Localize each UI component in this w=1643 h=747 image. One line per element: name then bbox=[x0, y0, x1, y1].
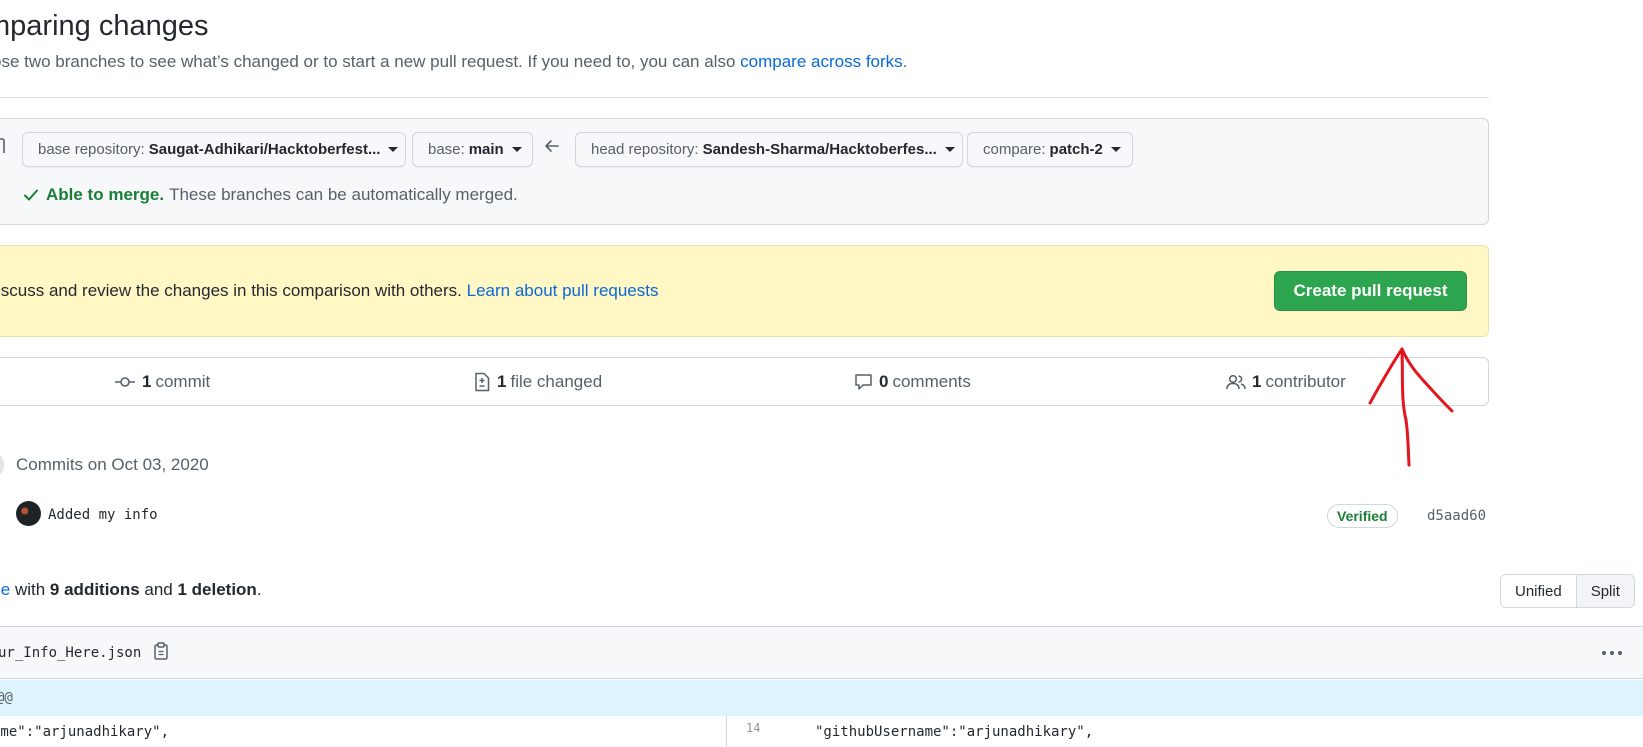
page-title: mparing changes bbox=[0, 10, 209, 42]
merge-status: Able to merge. These branches can be aut… bbox=[22, 185, 518, 205]
timeline-dot bbox=[0, 453, 4, 477]
summary-with: with bbox=[10, 580, 50, 599]
diff-view-toggle: Unified Split bbox=[1500, 574, 1635, 608]
people-icon bbox=[1226, 374, 1246, 390]
base-branch-label: base: bbox=[428, 141, 465, 158]
contributors-tab[interactable]: 1 contributor bbox=[1226, 372, 1346, 392]
base-repository-select[interactable]: base repository: Saugat-Adhikari/Hacktob… bbox=[22, 132, 406, 167]
unified-view-button[interactable]: Unified bbox=[1501, 575, 1576, 607]
diff-summary: le with 9 additions and 1 deletion. bbox=[0, 580, 262, 600]
base-repository-value: Saugat-Adhikari/Hacktoberfest... bbox=[148, 141, 381, 158]
compare-across-forks-link[interactable]: compare across forks bbox=[740, 52, 903, 71]
comment-icon bbox=[855, 374, 872, 390]
comments-tab[interactable]: 0 comments bbox=[854, 372, 971, 392]
comments-label: comments bbox=[892, 372, 971, 391]
head-repository-select[interactable]: head repository: Sandesh-Sharma/Hacktobe… bbox=[575, 132, 963, 167]
diff-hunk-header bbox=[0, 680, 1643, 716]
files-changed-label: file changed bbox=[510, 372, 603, 391]
split-view-button[interactable]: Split bbox=[1575, 575, 1634, 607]
annotation-arrow-icon bbox=[1368, 347, 1454, 467]
right-line-number[interactable]: 14 bbox=[746, 721, 760, 735]
right-code-line: "githubUsername":"arjunadhikary", bbox=[815, 724, 1094, 740]
commits-date-heading: Commits on Oct 03, 2020 bbox=[16, 455, 209, 474]
commits-count: 1 bbox=[142, 372, 152, 391]
commits-label: commit bbox=[155, 372, 211, 391]
compare-branch-label: compare: bbox=[983, 141, 1046, 158]
copy-icon[interactable] bbox=[153, 642, 169, 660]
page-subtitle: ose two branches to see what’s changed o… bbox=[0, 52, 907, 72]
learn-about-pull-requests-link[interactable]: Learn about pull requests bbox=[467, 281, 659, 300]
commit-message-link[interactable]: Added my info bbox=[48, 507, 158, 523]
base-repository-label: base repository: bbox=[38, 141, 145, 158]
contributors-label: contributor bbox=[1265, 372, 1346, 391]
head-repository-value: Sandesh-Sharma/Hacktoberfes... bbox=[702, 141, 937, 158]
compare-branch-value: patch-2 bbox=[1049, 141, 1103, 158]
create-pr-banner-text: iscuss and review the changes in this co… bbox=[0, 281, 658, 301]
additions-count: 9 additions bbox=[49, 580, 140, 599]
avatar[interactable] bbox=[16, 501, 41, 526]
compare-branch-select[interactable]: compare: patch-2 bbox=[967, 132, 1133, 167]
files-changed-tab[interactable]: 1 file changed bbox=[473, 372, 602, 392]
commits-tab[interactable]: 1 commit bbox=[114, 372, 210, 392]
banner-text: iscuss and review the changes in this co… bbox=[0, 281, 467, 300]
split-divider bbox=[726, 716, 727, 747]
file-header bbox=[0, 626, 1643, 679]
create-pull-request-button[interactable]: Create pull request bbox=[1274, 271, 1467, 311]
chevron-down-icon bbox=[511, 147, 522, 152]
files-changed-count: 1 bbox=[497, 372, 507, 391]
file-name-link[interactable]: ur_Info_Here.json bbox=[0, 645, 141, 661]
arrow-left-icon bbox=[545, 140, 559, 152]
hunk-marker: @@ bbox=[0, 690, 13, 706]
merge-status-label: Able to merge. bbox=[46, 185, 165, 204]
kebab-horizontal-icon[interactable] bbox=[1600, 643, 1624, 663]
head-repository-label: head repository: bbox=[591, 141, 699, 158]
contributors-count: 1 bbox=[1252, 372, 1262, 391]
verified-badge[interactable]: Verified bbox=[1327, 504, 1398, 528]
chevron-down-icon bbox=[1110, 147, 1121, 152]
git-commit-icon bbox=[115, 377, 135, 387]
subtitle-suffix: . bbox=[902, 52, 908, 71]
comments-count: 0 bbox=[879, 372, 889, 391]
base-branch-value: main bbox=[468, 141, 504, 158]
summary-period: . bbox=[256, 580, 262, 599]
chevron-down-icon bbox=[944, 147, 955, 152]
commit-sha-link[interactable]: d5aad60 bbox=[1427, 508, 1486, 524]
file-diff-icon bbox=[475, 372, 490, 392]
chevron-down-icon bbox=[388, 147, 399, 152]
changed-file-link[interactable]: le bbox=[0, 580, 10, 599]
left-code-line: ame":"arjunadhikary", bbox=[0, 724, 170, 740]
check-icon bbox=[24, 189, 38, 201]
base-branch-select[interactable]: base: main bbox=[412, 132, 533, 167]
summary-and: and bbox=[139, 580, 178, 599]
merge-status-message: These branches can be automatically merg… bbox=[169, 185, 518, 204]
subtitle-text: ose two branches to see what’s changed o… bbox=[0, 52, 741, 71]
git-compare-icon bbox=[0, 138, 5, 153]
header-divider bbox=[0, 97, 1489, 98]
deletions-count: 1 deletion bbox=[177, 580, 257, 599]
